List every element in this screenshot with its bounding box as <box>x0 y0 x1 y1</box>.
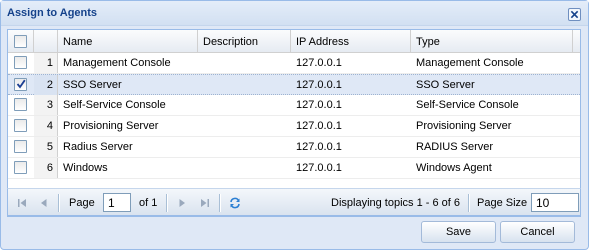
table-row[interactable]: 5 Radius Server 127.0.0.1 RADIUS Server <box>8 137 580 158</box>
table-row[interactable]: 4 Provisioning Server 127.0.0.1 Provisionin… <box>8 116 580 137</box>
table-row[interactable]: 1 Management Console 127.0.0.1 Management C… <box>8 53 580 74</box>
prev-page-button[interactable] <box>36 195 52 211</box>
column-header-ip-address[interactable]: IP Address <box>291 30 411 53</box>
header-rownum-cell <box>34 30 58 53</box>
row-select-cell <box>8 53 34 73</box>
agent-name: Radius Server <box>63 141 133 153</box>
row-number: 2 <box>34 75 58 95</box>
agent-type: Management Console <box>416 57 524 69</box>
checkmark-icon <box>16 79 26 89</box>
dialog-title: Assign to Agents <box>7 7 98 19</box>
row-checkbox[interactable] <box>14 119 27 132</box>
dialog-titlebar: Assign to Agents <box>1 1 588 26</box>
agent-ip-address: 127.0.0.1 <box>296 99 342 111</box>
pager-separator <box>166 194 168 212</box>
row-number: 3 <box>34 95 58 115</box>
agent-type: Windows Agent <box>416 162 492 174</box>
prev-page-icon <box>41 199 47 207</box>
close-button[interactable] <box>568 8 581 21</box>
close-icon <box>570 10 579 19</box>
agent-ip-address: 127.0.0.1 <box>296 162 342 174</box>
table-row[interactable]: 2 SSO Server 127.0.0.1 SSO Server <box>8 74 580 95</box>
pager-separator <box>58 194 60 212</box>
agent-ip-address: 127.0.0.1 <box>296 120 342 132</box>
agent-type: Provisioning Server <box>416 120 512 132</box>
agent-description <box>198 53 291 73</box>
agent-ip-address: 127.0.0.1 <box>296 57 342 69</box>
next-page-button[interactable] <box>174 195 190 211</box>
row-checkbox[interactable] <box>14 140 27 153</box>
next-page-icon <box>179 199 185 207</box>
refresh-icon <box>230 197 240 209</box>
paging-toolbar: Page of 1 Displaying topics 1 - 6 of 6 P… <box>7 188 581 216</box>
row-select-cell <box>8 95 34 115</box>
row-select-cell <box>8 116 34 136</box>
agent-name: Management Console <box>63 57 171 69</box>
row-number: 6 <box>34 158 58 178</box>
agent-description <box>198 158 291 178</box>
column-header-type[interactable]: Type <box>411 30 573 53</box>
assign-agents-dialog: Assign to Agents Name Description IP Add… <box>0 0 589 250</box>
agent-description <box>198 137 291 157</box>
pager-separator <box>219 194 221 212</box>
column-header-description[interactable]: Description <box>198 30 291 53</box>
agent-type: SSO Server <box>416 79 475 91</box>
row-checkbox[interactable] <box>14 98 27 111</box>
page-count-label: of 1 <box>139 197 158 209</box>
page-size-label: Page Size <box>477 197 528 209</box>
agent-description <box>198 116 291 136</box>
row-select-cell <box>8 75 34 95</box>
first-page-icon <box>18 199 26 207</box>
agent-description <box>198 95 291 115</box>
agent-ip-address: 127.0.0.1 <box>296 79 342 91</box>
row-checkbox[interactable] <box>14 161 27 174</box>
agent-name: Self-Service Console <box>63 99 166 111</box>
displaying-topics-text: Displaying topics 1 - 6 of 6 <box>331 197 461 209</box>
table-row[interactable]: 6 Windows 127.0.0.1 Windows Agent <box>8 158 580 179</box>
last-page-icon <box>201 199 209 207</box>
row-number: 4 <box>34 116 58 136</box>
page-label: Page <box>69 197 95 209</box>
last-page-button[interactable] <box>197 195 213 211</box>
agent-name: Windows <box>63 162 108 174</box>
column-header-name[interactable]: Name <box>58 30 198 53</box>
agent-description <box>198 75 291 95</box>
row-number: 1 <box>34 53 58 73</box>
header-select-all-cell <box>8 30 34 53</box>
page-size-input[interactable] <box>531 193 579 212</box>
row-select-cell <box>8 137 34 157</box>
row-select-cell <box>8 158 34 178</box>
agent-name: SSO Server <box>63 79 122 91</box>
refresh-button[interactable] <box>227 195 243 211</box>
row-checkbox[interactable] <box>14 78 27 91</box>
select-all-checkbox[interactable] <box>14 35 27 48</box>
cancel-button[interactable]: Cancel <box>500 221 575 243</box>
agent-type: RADIUS Server <box>416 141 494 153</box>
agent-ip-address: 127.0.0.1 <box>296 141 342 153</box>
page-number-input[interactable] <box>103 193 131 212</box>
pager-separator <box>468 194 470 212</box>
header-scroll-spacer <box>573 30 583 53</box>
save-button[interactable]: Save <box>421 221 496 243</box>
agent-name: Provisioning Server <box>63 120 159 132</box>
row-checkbox[interactable] <box>14 56 27 69</box>
first-page-button[interactable] <box>14 195 30 211</box>
agent-type: Self-Service Console <box>416 99 519 111</box>
row-number: 5 <box>34 137 58 157</box>
grid-header: Name Description IP Address Type <box>8 30 580 53</box>
table-row[interactable]: 3 Self-Service Console 127.0.0.1 Self-Servi… <box>8 95 580 116</box>
